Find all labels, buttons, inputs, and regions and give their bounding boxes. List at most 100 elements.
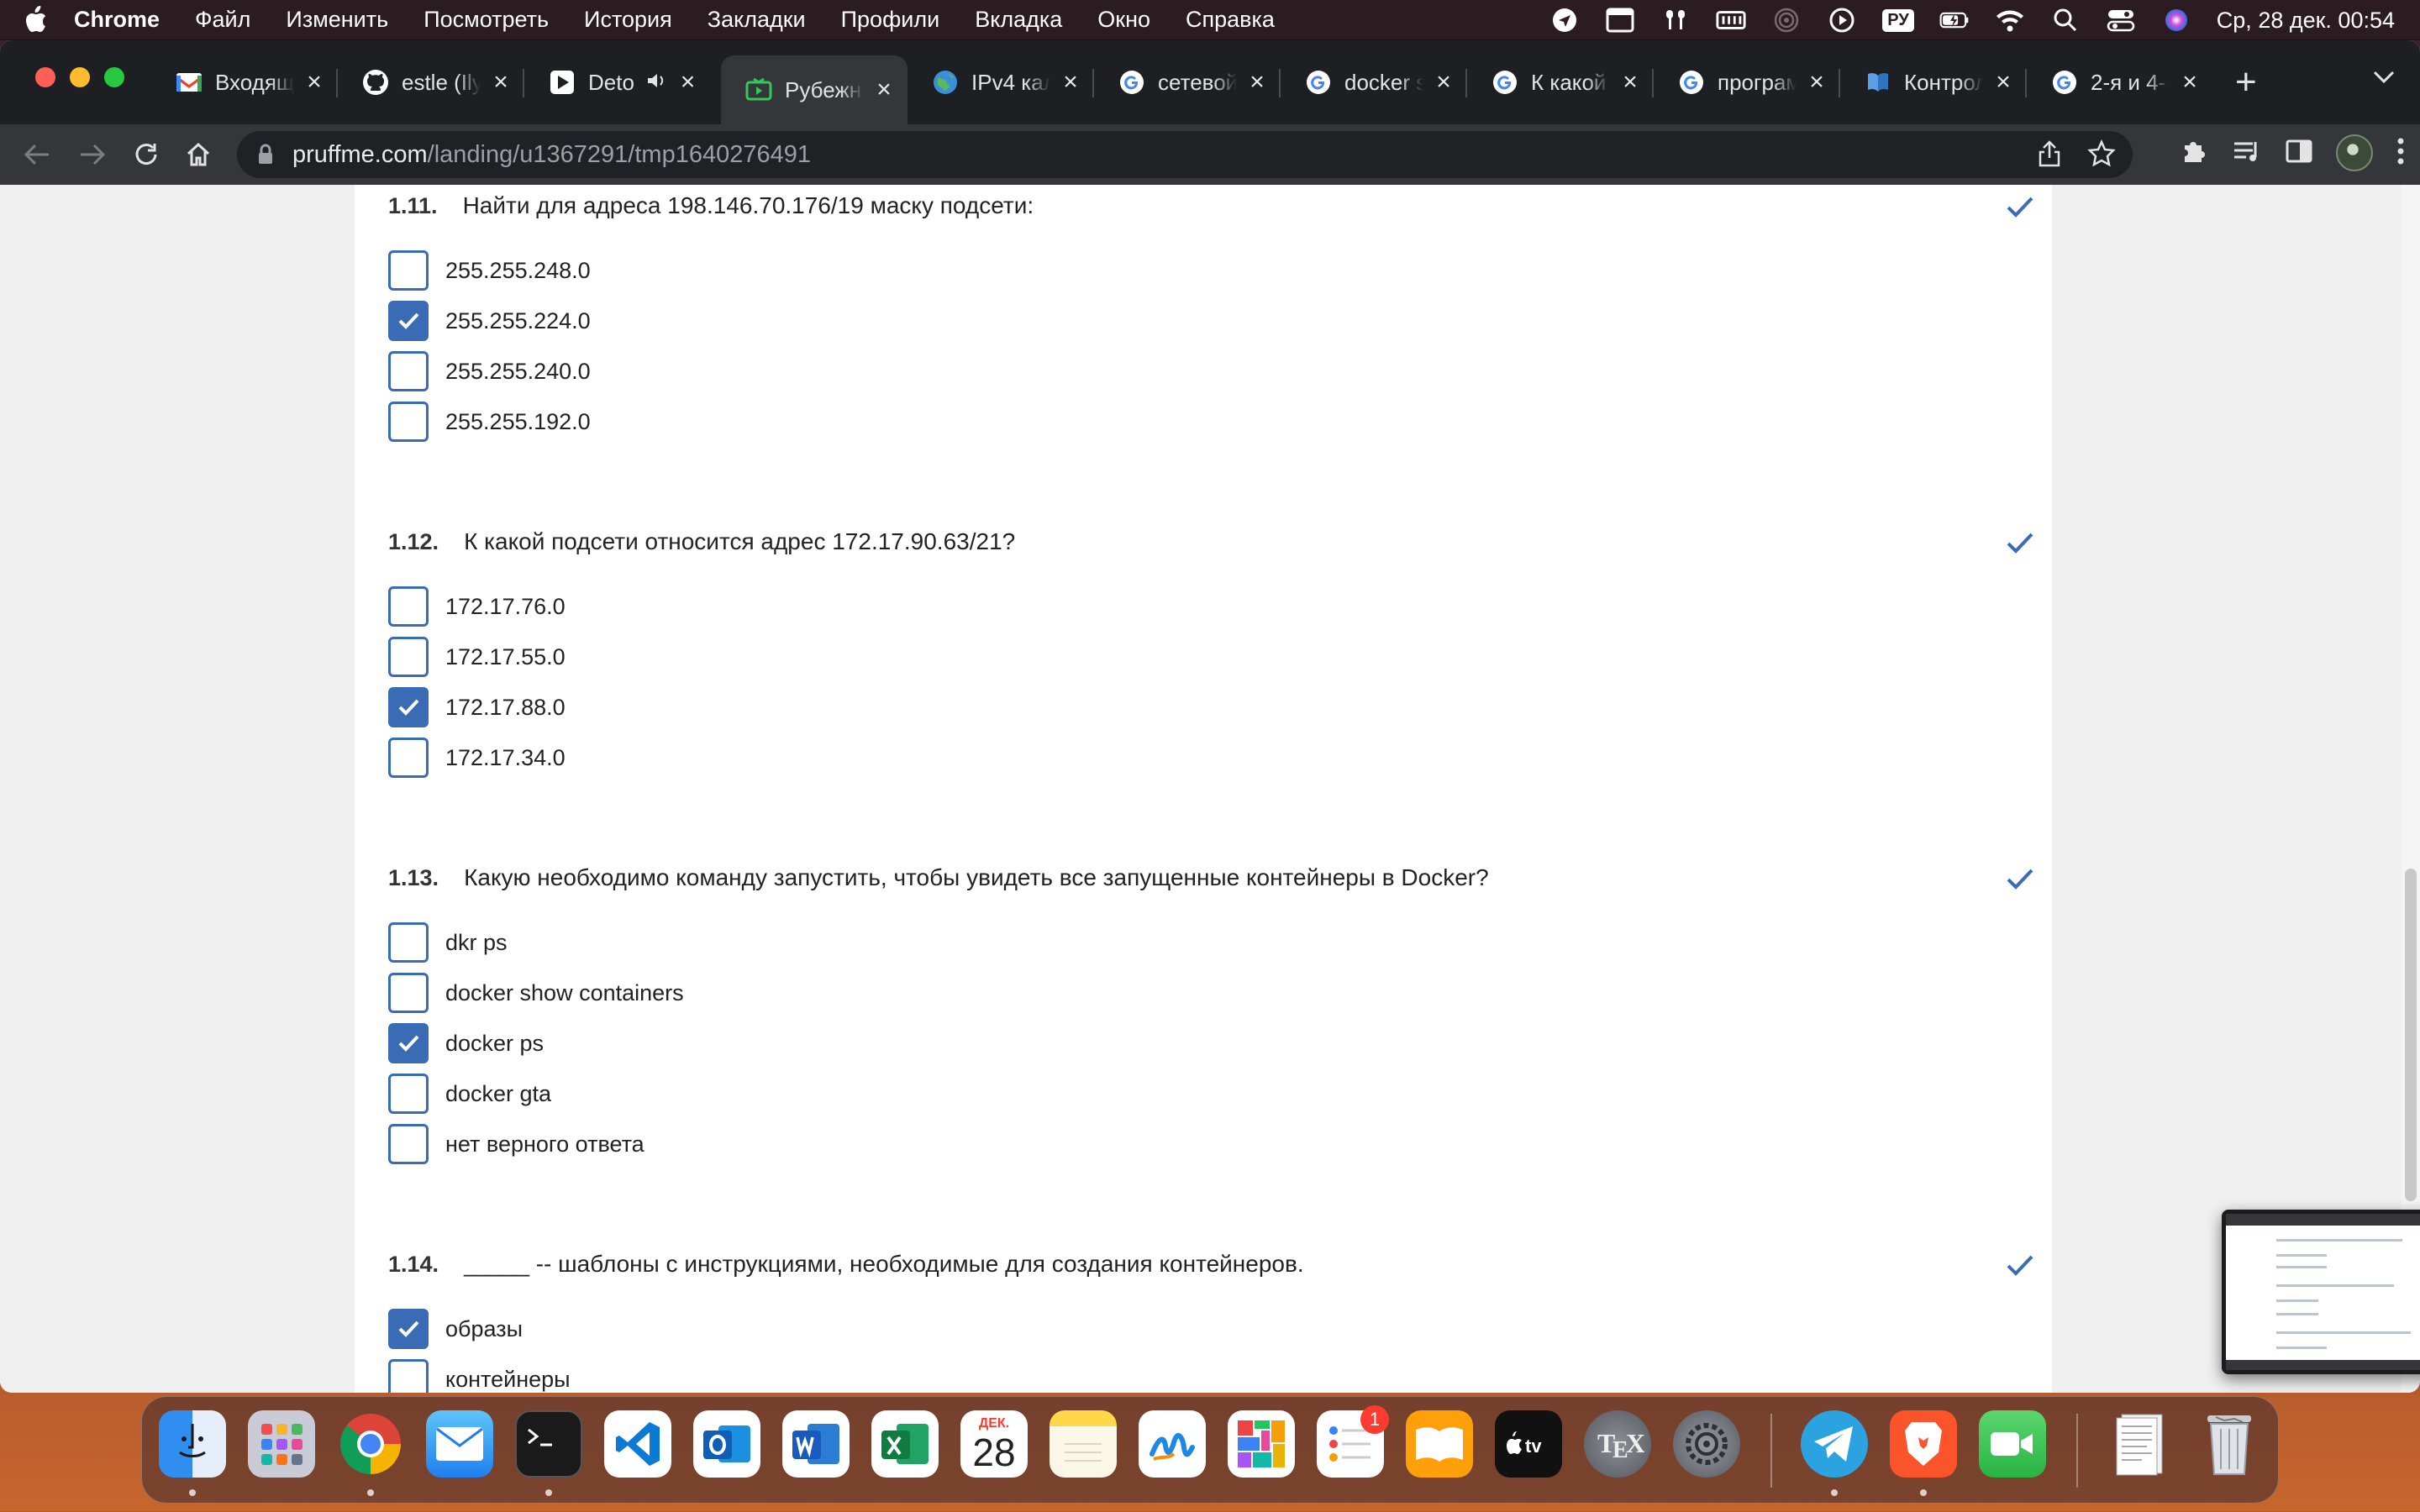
chrome-icon[interactable] <box>337 1410 404 1478</box>
scrollbar-thumb[interactable] <box>2405 869 2417 1201</box>
tab-deto[interactable]: Deto × <box>524 55 711 109</box>
checkbox[interactable] <box>388 1074 429 1114</box>
airdrop-icon[interactable] <box>1771 8 1802 33</box>
screenshot-thumbnail[interactable] <box>2222 1210 2420 1374</box>
freeform-icon[interactable] <box>1139 1410 1206 1478</box>
profile-avatar[interactable] <box>2336 134 2373 171</box>
location-icon[interactable] <box>1549 8 1580 33</box>
answer-option[interactable]: 172.17.55.0 <box>388 632 2035 682</box>
side-panel-icon[interactable] <box>2286 139 2312 168</box>
books-icon[interactable] <box>1406 1410 1473 1478</box>
close-tab-icon[interactable]: × <box>1991 68 2015 96</box>
lock-icon[interactable] <box>257 144 274 165</box>
tab-google-3[interactable]: К какой × <box>1467 55 1654 109</box>
share-icon[interactable] <box>2037 139 2062 175</box>
answer-option[interactable]: 255.255.192.0 <box>388 396 2035 447</box>
close-tab-icon[interactable]: × <box>302 68 326 96</box>
close-tab-icon[interactable]: × <box>676 68 699 96</box>
document-icon[interactable] <box>2107 1410 2174 1478</box>
answer-option[interactable]: docker gta <box>388 1068 2035 1119</box>
appletv-icon[interactable]: tv <box>1495 1410 1562 1478</box>
answer-option[interactable]: образы <box>388 1304 2035 1354</box>
tab-pruffme-active[interactable]: Рубежный × <box>721 55 908 124</box>
reading-list-icon[interactable] <box>2232 139 2262 168</box>
excel-icon[interactable] <box>871 1410 939 1478</box>
terminal-icon[interactable] <box>515 1410 582 1478</box>
tab-github[interactable]: estle (Ilya × <box>338 55 524 109</box>
spotlight-search-icon[interactable] <box>2050 8 2081 33</box>
close-tab-icon[interactable]: × <box>872 76 896 103</box>
menu-profiles[interactable]: Профили <box>841 7 940 33</box>
menu-window[interactable]: Окно <box>1097 7 1150 33</box>
answer-option[interactable]: контейнеры <box>388 1354 2035 1393</box>
checkbox[interactable] <box>388 973 429 1013</box>
speaker-icon[interactable] <box>646 70 668 96</box>
tab-search-chevron-icon[interactable] <box>2373 71 2395 88</box>
answer-option[interactable]: 255.255.240.0 <box>388 346 2035 396</box>
launchpad-icon[interactable] <box>248 1410 315 1478</box>
checkbox[interactable] <box>388 1359 429 1393</box>
checkbox[interactable] <box>388 637 429 677</box>
tab-google-5[interactable]: 2-я и 4- × <box>2027 55 2213 109</box>
close-window-button[interactable] <box>35 67 55 87</box>
brave-icon[interactable] <box>1890 1410 1957 1478</box>
telegram-icon[interactable] <box>1801 1410 1868 1478</box>
forward-arrow-icon[interactable] <box>74 136 111 173</box>
answer-option[interactable]: docker ps <box>388 1018 2035 1068</box>
checkbox[interactable] <box>388 402 429 442</box>
answer-option[interactable]: 172.17.88.0 <box>388 682 2035 732</box>
back-arrow-icon[interactable] <box>18 136 55 173</box>
tex-icon[interactable]: TEX <box>1584 1410 1651 1478</box>
home-icon[interactable] <box>180 136 217 173</box>
apple-icon[interactable] <box>18 3 52 37</box>
tab-google-2[interactable]: docker s × <box>1281 55 1467 109</box>
checkbox[interactable] <box>388 922 429 963</box>
answer-option[interactable]: 255.255.248.0 <box>388 245 2035 296</box>
page-viewport[interactable]: 1.11. Найти для адреса 198.146.70.176/19… <box>0 185 2420 1393</box>
word-icon[interactable] <box>782 1410 850 1478</box>
checkbox[interactable] <box>388 351 429 391</box>
checkbox[interactable] <box>388 250 429 291</box>
facetime-icon[interactable] <box>1979 1410 2046 1478</box>
tab-google-1[interactable]: сетевой × <box>1094 55 1281 109</box>
finder-icon[interactable] <box>159 1410 226 1478</box>
close-tab-icon[interactable]: × <box>2178 68 2202 96</box>
checkbox-checked[interactable] <box>388 1309 429 1349</box>
tab-ipv4-calc[interactable]: IPv4 калькулятор × <box>908 55 1094 109</box>
menubar-clock[interactable]: Ср, 28 дек. 00:54 <box>2217 8 2395 34</box>
checkbox[interactable] <box>388 738 429 778</box>
menu-edit[interactable]: Изменить <box>286 7 388 33</box>
menu-bookmarks[interactable]: Закладки <box>708 7 806 33</box>
menu-view[interactable]: Посмотреть <box>424 7 549 33</box>
menu-tab[interactable]: Вкладка <box>975 7 1062 33</box>
wifi-icon[interactable] <box>1995 8 2025 33</box>
answer-option[interactable]: нет верного ответа <box>388 1119 2035 1169</box>
address-bar[interactable]: pruffme.com/landing/u1367291/tmp16402764… <box>237 131 2133 178</box>
close-tab-icon[interactable]: × <box>1805 68 1828 96</box>
outlook-icon[interactable] <box>693 1410 760 1478</box>
checkbox[interactable] <box>388 1124 429 1164</box>
reload-icon[interactable] <box>128 136 165 173</box>
close-tab-icon[interactable]: × <box>489 68 513 96</box>
vscode-icon[interactable] <box>604 1410 671 1478</box>
siri-icon[interactable] <box>2161 8 2191 33</box>
menu-help[interactable]: Справка <box>1186 7 1275 33</box>
window-icon[interactable] <box>1605 8 1635 33</box>
menu-file[interactable]: Файл <box>195 7 250 33</box>
tab-google-4[interactable]: програм × <box>1654 55 1840 109</box>
answer-option[interactable]: 172.17.34.0 <box>388 732 2035 783</box>
memory-icon[interactable] <box>1716 8 1746 33</box>
notes-icon[interactable] <box>1050 1410 1117 1478</box>
menu-app-name[interactable]: Chrome <box>74 7 160 33</box>
minimize-window-button[interactable] <box>70 67 90 87</box>
airpods-icon[interactable] <box>1660 8 1691 33</box>
extensions-puzzle-icon[interactable] <box>2180 137 2208 170</box>
now-playing-icon[interactable] <box>1827 8 1857 33</box>
reminders-icon[interactable]: 1 <box>1317 1405 1389 1478</box>
control-center-icon[interactable] <box>2106 8 2136 33</box>
checkbox-checked[interactable] <box>388 1023 429 1063</box>
calendar-icon[interactable]: ДЕК. 28 <box>960 1410 1028 1478</box>
battery-icon[interactable] <box>1939 8 1970 33</box>
answer-option[interactable]: 255.255.224.0 <box>388 296 2035 346</box>
checkbox[interactable] <box>388 586 429 627</box>
